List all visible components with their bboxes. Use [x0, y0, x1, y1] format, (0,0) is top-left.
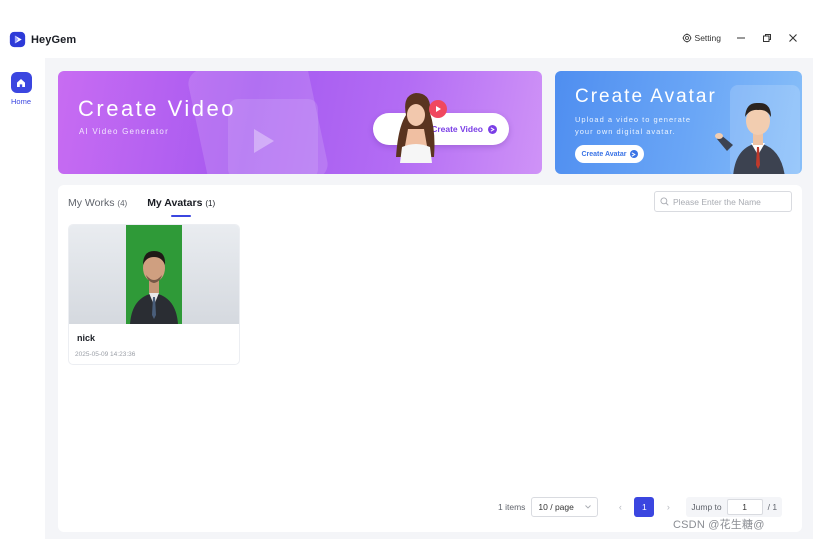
page-number-button[interactable]: 1	[634, 497, 655, 517]
create-video-subtitle: AI Video Generator	[79, 127, 169, 136]
minimize-icon	[737, 37, 745, 39]
window-controls: Setting	[681, 32, 799, 44]
sidebar: Home	[0, 58, 45, 539]
play-icon	[429, 100, 447, 118]
create-avatar-subtitle-line2: your own digital avatar.	[575, 127, 676, 136]
avatar-card[interactable]: nick 2025-05-09 14:23:36	[68, 224, 240, 365]
create-avatar-subtitle-line1: Upload a video to generate	[575, 115, 692, 124]
total-pages: / 1	[767, 502, 778, 512]
create-video-title: Create Video	[78, 96, 237, 121]
chevron-down-icon	[585, 505, 592, 509]
create-video-banner[interactable]: Create Video AI Video Generator Create V…	[58, 71, 542, 174]
play-decoration-icon	[254, 129, 274, 153]
title-bar: HeyGem Setting	[0, 22, 813, 58]
brand: HeyGem	[9, 31, 76, 48]
close-icon	[789, 34, 797, 42]
jump-label: Jump to	[691, 502, 722, 512]
jump-page-input[interactable]	[726, 499, 763, 515]
search-box	[654, 191, 792, 212]
app-name: HeyGem	[31, 33, 77, 46]
total-items: 1 items	[498, 502, 526, 512]
arrow-right-icon	[629, 150, 638, 158]
page-size-value: 10 / page	[538, 502, 574, 512]
tab-count: (4)	[117, 199, 128, 208]
tab-my-works[interactable]: My Works (4)	[68, 197, 127, 215]
avatar-name: nick	[77, 333, 96, 343]
tab-my-avatars[interactable]: My Avatars (1)	[147, 197, 216, 217]
arrow-right-icon	[488, 124, 497, 134]
avatar-date: 2025-05-09 14:23:36	[75, 351, 136, 358]
tab-bar: My Works (4) My Avatars (1)	[68, 197, 216, 217]
tab-label: My Avatars	[147, 197, 203, 209]
create-avatar-button[interactable]: Create Avatar	[575, 145, 644, 163]
avatar-thumbnail	[69, 225, 239, 324]
active-tab-indicator	[171, 215, 192, 217]
home-icon	[10, 72, 32, 93]
tab-label: My Works	[68, 197, 115, 209]
search-input[interactable]	[673, 196, 783, 207]
next-page-button[interactable]: ›	[660, 502, 676, 512]
woman-avatar-illustration	[396, 93, 435, 163]
sidebar-item-home[interactable]: Home	[6, 72, 36, 106]
avatars-panel: My Works (4) My Avatars (1) Please Enter…	[58, 185, 802, 532]
create-avatar-banner[interactable]: Create Avatar Upload a video to generate…	[555, 71, 802, 174]
pagination: 1 items 10 / page ‹ 1 › Jump to / 1	[498, 497, 783, 517]
sidebar-item-label: Home	[10, 97, 31, 106]
create-avatar-title: Create Avatar	[575, 86, 717, 107]
minimize-button[interactable]	[735, 32, 747, 44]
setting-label: Setting	[694, 33, 721, 43]
watermark: CSDN @花生糖@	[673, 519, 765, 531]
prev-page-button[interactable]: ‹	[612, 502, 628, 512]
page-size-select[interactable]: 10 / page	[531, 497, 599, 517]
restore-button[interactable]	[761, 32, 773, 44]
create-avatar-button-label: Create Avatar	[581, 150, 627, 158]
jump-to-page: Jump to / 1	[686, 497, 783, 517]
gear-icon	[681, 33, 692, 43]
tab-count: (1)	[205, 199, 216, 208]
heygem-logo-icon	[9, 31, 26, 48]
setting-button[interactable]: Setting	[681, 33, 721, 43]
search-icon	[660, 197, 669, 206]
green-screen-video-frame	[126, 225, 182, 324]
restore-icon	[763, 34, 771, 42]
person-portrait	[130, 251, 178, 324]
main-content: Create Video AI Video Generator Create V…	[45, 58, 813, 539]
businessman-avatar-illustration	[715, 102, 785, 174]
close-button[interactable]	[787, 32, 799, 44]
